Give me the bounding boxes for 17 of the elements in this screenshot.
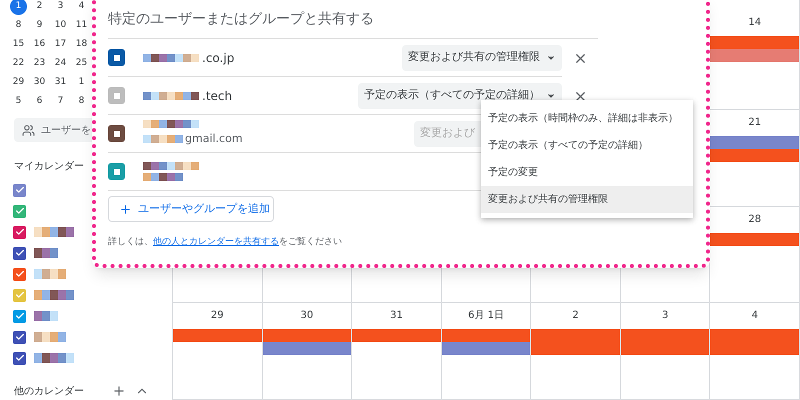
user-name: .co.jp bbox=[202, 50, 234, 66]
date-label: 6月 1日 bbox=[468, 309, 504, 323]
date-label: 30 bbox=[300, 309, 314, 323]
user-name: .tech bbox=[202, 88, 232, 104]
section-title: 他のカレンダー bbox=[14, 384, 85, 398]
date-label: 4 bbox=[752, 309, 758, 323]
date-label: 21 bbox=[748, 116, 762, 130]
section-title: マイカレンダー bbox=[14, 160, 84, 174]
date-label: 31 bbox=[390, 309, 403, 323]
dialog-title: 特定のユーザーまたはグループと共有する bbox=[108, 10, 374, 29]
help-text: 詳しくは、他の人とカレンダーを共有する をご覧ください bbox=[108, 236, 343, 249]
date-label: 14 bbox=[748, 16, 762, 30]
user-email: gmail.com bbox=[185, 130, 243, 147]
date-label: 29 bbox=[210, 309, 224, 323]
date-label: 2 bbox=[572, 309, 579, 323]
date-label: 28 bbox=[748, 213, 762, 227]
date-label: 3 bbox=[662, 309, 668, 323]
